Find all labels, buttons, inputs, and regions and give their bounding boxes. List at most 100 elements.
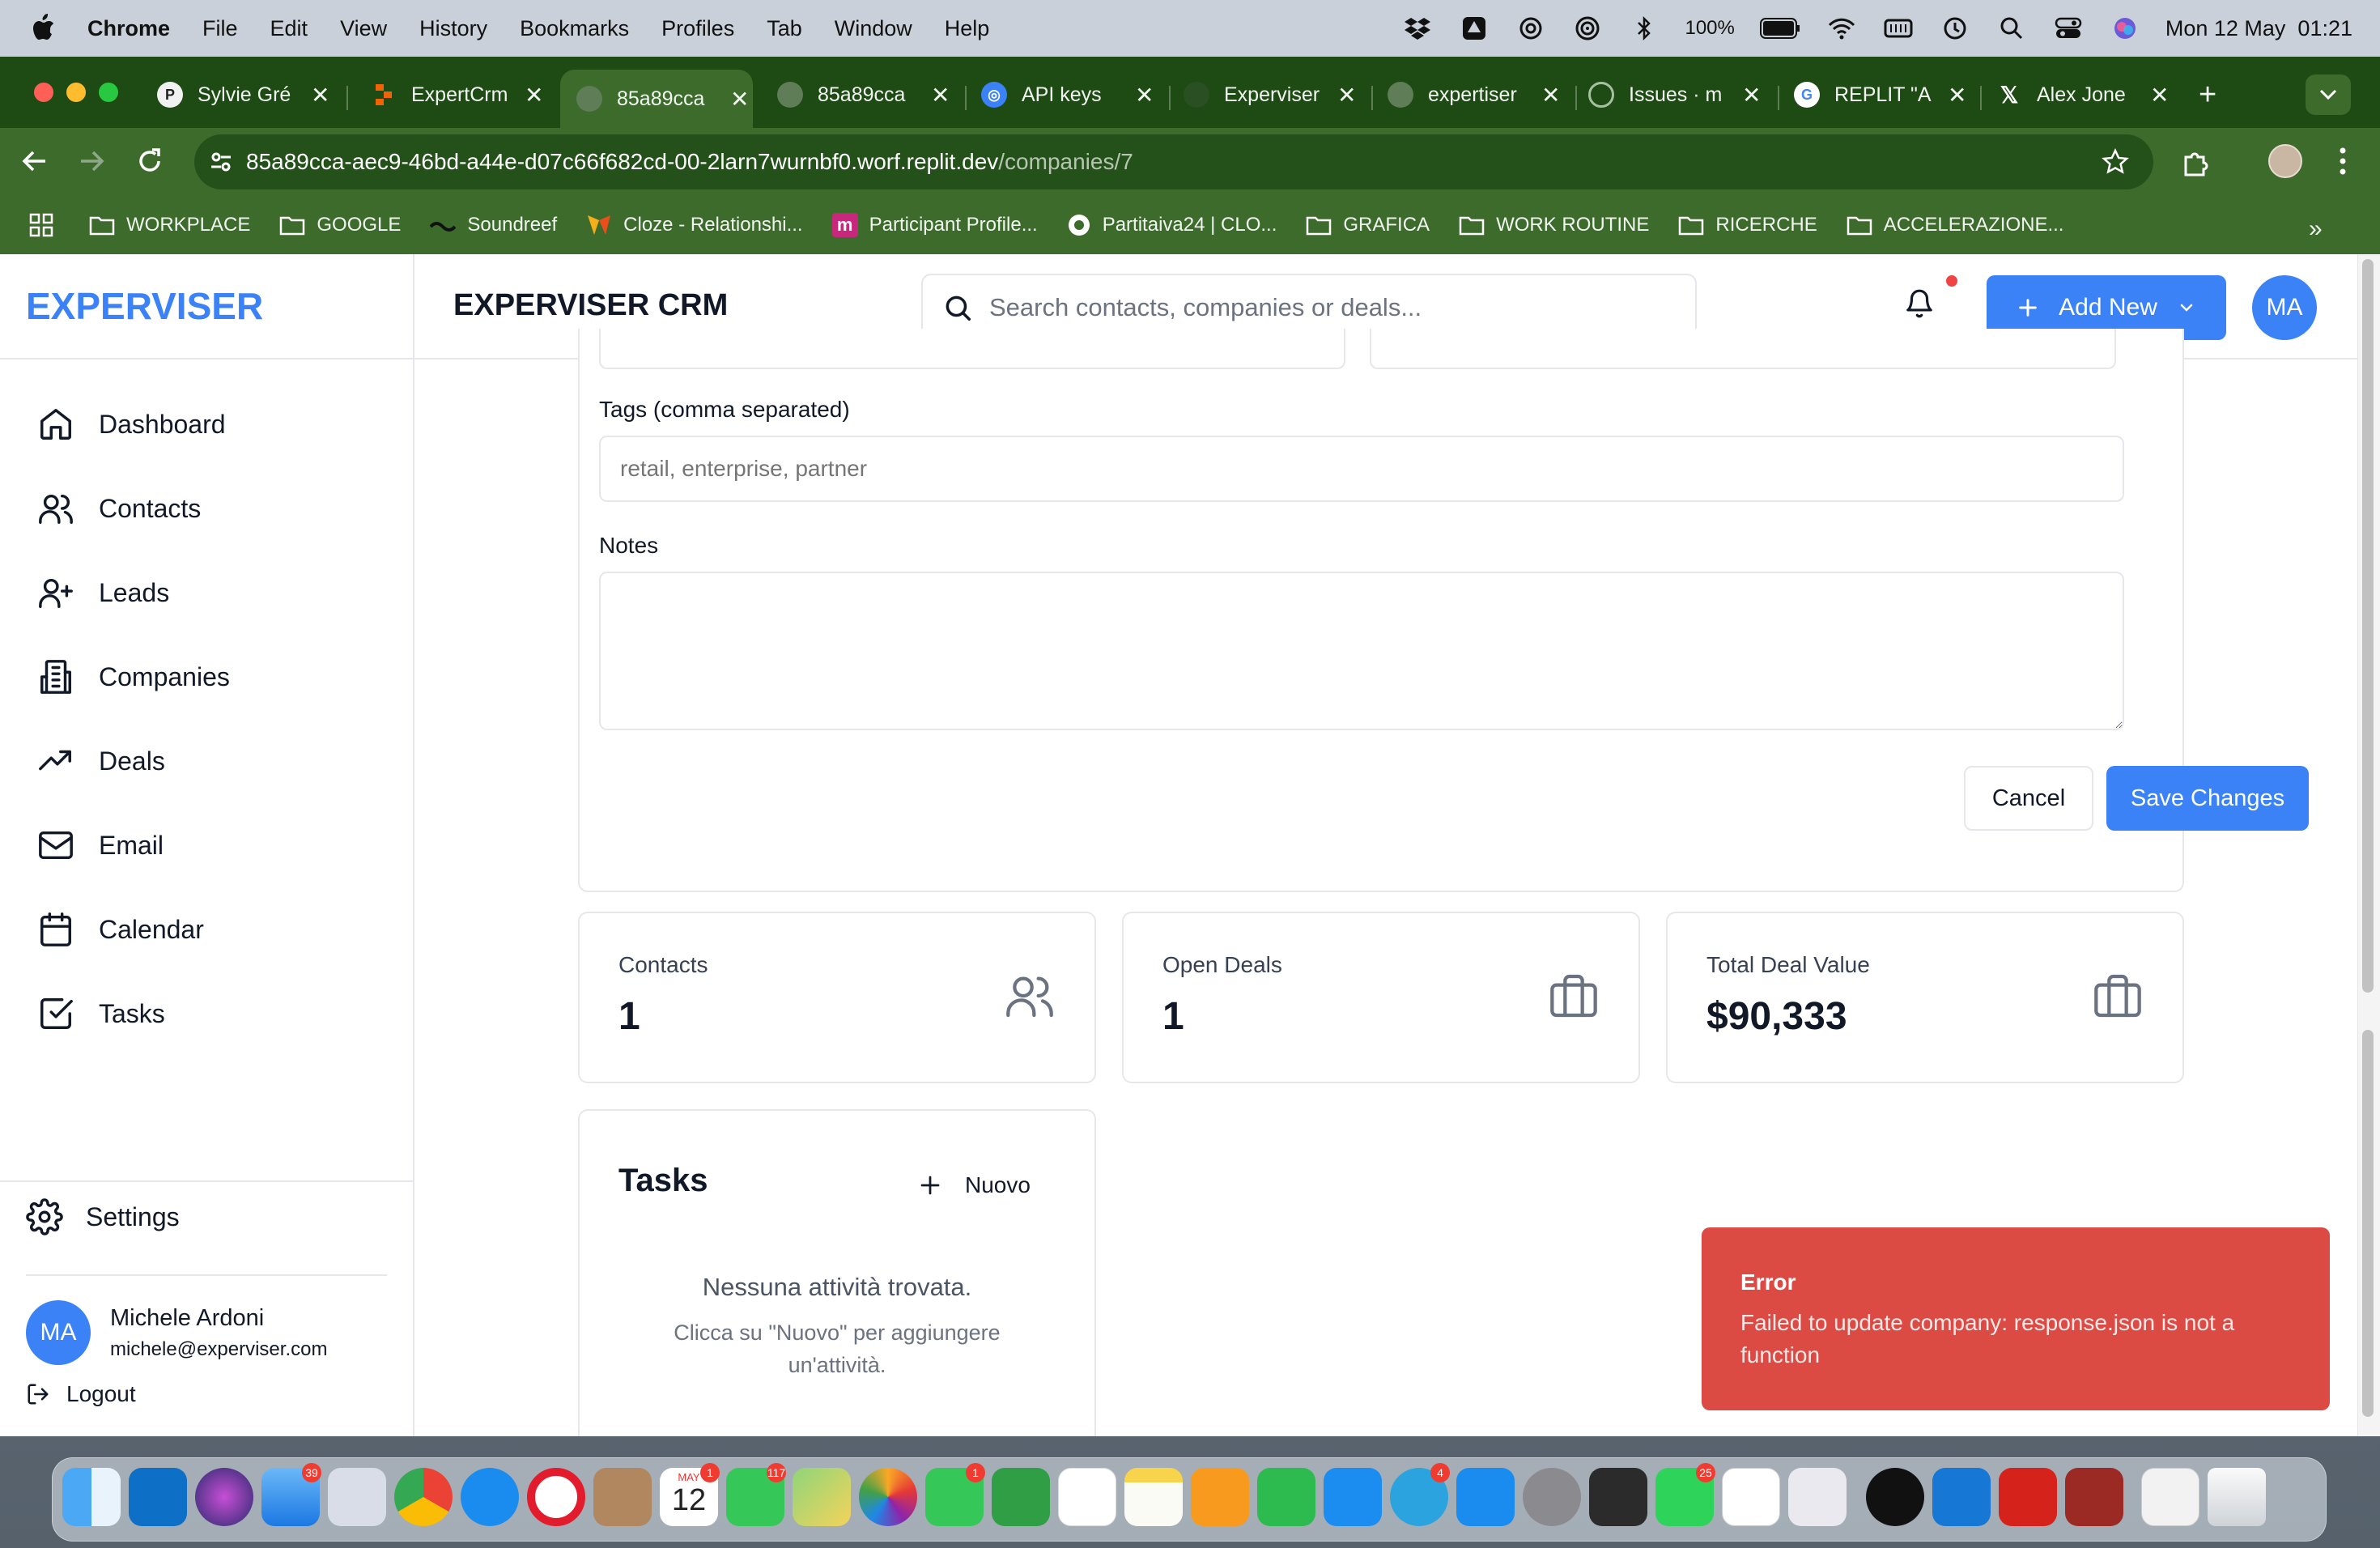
sidebar-item-calendar[interactable]: Calendar	[37, 905, 204, 954]
save-changes-button[interactable]: Save Changes	[2106, 766, 2309, 831]
window-minimize-button[interactable]	[66, 83, 86, 102]
menu-app[interactable]: Chrome	[87, 16, 170, 41]
menu-help[interactable]: Help	[945, 16, 990, 41]
acrobat-icon[interactable]	[1999, 1468, 2057, 1526]
sidebar-item-contacts[interactable]: Contacts	[37, 484, 201, 533]
header-avatar[interactable]: MA	[2252, 275, 2317, 340]
close-icon[interactable]: ✕	[1337, 82, 1356, 108]
tab-6[interactable]: Experviser ✕	[1184, 70, 1363, 120]
close-icon[interactable]: ✕	[730, 86, 749, 113]
profile-avatar[interactable]	[2268, 144, 2302, 178]
app-store-icon[interactable]	[1456, 1468, 1515, 1526]
reload-icon[interactable]	[136, 147, 164, 175]
menu-profiles[interactable]: Profiles	[661, 16, 734, 41]
trello-icon[interactable]	[1932, 1468, 1991, 1526]
tab-1[interactable]: P Sylvie Gré ✕	[157, 70, 337, 120]
downloads-stack-icon[interactable]	[2141, 1468, 2199, 1526]
opera-icon[interactable]	[527, 1468, 585, 1526]
close-icon[interactable]: ✕	[1742, 82, 1761, 108]
window-close-button[interactable]	[34, 83, 53, 102]
back-icon[interactable]	[21, 147, 49, 175]
dictionary-icon[interactable]	[2065, 1468, 2123, 1526]
extensions-icon[interactable]	[2181, 147, 2210, 176]
forward-icon[interactable]	[78, 147, 105, 175]
scrollbar-thumb[interactable]	[2362, 259, 2374, 993]
site-info-icon[interactable]	[209, 150, 233, 174]
time-machine-icon[interactable]	[1939, 12, 1971, 45]
safari-icon[interactable]	[461, 1468, 519, 1526]
bookmark-google[interactable]: GOOGLE	[279, 214, 401, 236]
numbers-icon[interactable]	[1257, 1468, 1315, 1526]
photos-icon[interactable]	[859, 1468, 917, 1526]
user-profile[interactable]: MA Michele Ardoni michele@experviser.com	[26, 1300, 327, 1365]
wifi-icon[interactable]	[1825, 12, 1858, 45]
drive-icon[interactable]	[1458, 12, 1490, 45]
battery-icon[interactable]	[1759, 12, 1801, 45]
close-icon[interactable]: ✕	[1541, 82, 1560, 108]
bookmark-workplace[interactable]: WORKPLACE	[89, 214, 250, 236]
menu-edit[interactable]: Edit	[270, 16, 308, 41]
bookmark-ricerche[interactable]: RICERCHE	[1678, 214, 1817, 236]
window-zoom-button[interactable]	[99, 83, 118, 102]
sidebar-item-tasks[interactable]: Tasks	[37, 989, 165, 1038]
close-icon[interactable]: ✕	[525, 82, 543, 108]
close-icon[interactable]: ✕	[2150, 82, 2169, 108]
launchpad-icon[interactable]	[328, 1468, 386, 1526]
outlook-icon[interactable]	[129, 1468, 187, 1526]
search-input[interactable]	[989, 293, 1653, 322]
bookmark-accelerazione[interactable]: ACCELERAZIONE...	[1847, 214, 2063, 236]
scrollbar-thumb[interactable]	[2362, 1030, 2374, 1417]
new-tab-button[interactable]: +	[2199, 70, 2216, 120]
spotify-icon[interactable]	[1866, 1468, 1924, 1526]
tab-10[interactable]: 𝕏 Alex Jone ✕	[1996, 70, 2176, 120]
form-field-left-partial[interactable]	[599, 329, 1345, 369]
sidebar-item-settings[interactable]: Settings	[26, 1198, 180, 1235]
notes-app-icon[interactable]	[1124, 1468, 1183, 1526]
openai-status-icon[interactable]	[1515, 12, 1547, 45]
trash-icon[interactable]	[2208, 1468, 2266, 1526]
tab-2[interactable]: ExpertCrm ✕	[371, 70, 550, 120]
finder-icon[interactable]	[62, 1468, 121, 1526]
dropbox-icon[interactable]	[1401, 12, 1434, 45]
close-icon[interactable]: ✕	[311, 82, 329, 108]
clock[interactable]: Mon 12 May 01:21	[2165, 16, 2352, 41]
control-center-icon[interactable]	[2052, 12, 2085, 45]
chrome-icon[interactable]	[394, 1468, 453, 1526]
tab-9[interactable]: G REPLIT "A ✕	[1794, 70, 1974, 120]
phone-icon[interactable]	[1589, 1468, 1647, 1526]
new-task-button[interactable]: Nuovo	[918, 1163, 1031, 1208]
kebab-menu-icon[interactable]	[2338, 146, 2348, 176]
keynote-icon[interactable]	[1324, 1468, 1382, 1526]
iphone-mirroring-icon[interactable]	[1788, 1468, 1847, 1526]
menu-view[interactable]: View	[340, 16, 387, 41]
brand-logo[interactable]: EXPERVISER	[0, 254, 413, 359]
bookmark-star-icon[interactable]	[2102, 148, 2129, 176]
evernote-icon[interactable]	[1058, 1468, 1116, 1526]
bookmark-work-routine[interactable]: WORK ROUTINE	[1459, 214, 1649, 236]
tab-8[interactable]: Issues · m ✕	[1588, 70, 1768, 120]
memory-icon[interactable]	[1882, 12, 1915, 45]
tab-7[interactable]: expertiser ✕	[1388, 70, 1567, 120]
chatgpt-icon[interactable]	[1722, 1468, 1780, 1526]
contacts-app-icon[interactable]	[593, 1468, 652, 1526]
apps-grid-icon[interactable]	[29, 213, 53, 237]
bookmark-partitaiva[interactable]: Partitaiva24 | CLO...	[1067, 213, 1277, 237]
apple-icon[interactable]	[31, 14, 57, 43]
error-toast[interactable]: Error Failed to update company: response…	[1702, 1227, 2330, 1410]
bookmark-participant[interactable]: m Participant Profile...	[831, 213, 1038, 237]
tab-search-button[interactable]	[2306, 74, 2351, 115]
close-icon[interactable]: ✕	[1135, 82, 1154, 108]
close-icon[interactable]: ✕	[931, 82, 950, 108]
tab-5[interactable]: ◎ API keys ✕	[981, 70, 1161, 120]
bluetooth-icon[interactable]	[1628, 12, 1660, 45]
tags-input[interactable]	[599, 436, 2124, 502]
maps-icon[interactable]	[793, 1468, 851, 1526]
pages-icon[interactable]	[1191, 1468, 1249, 1526]
bookmark-grafica[interactable]: GRAFICA	[1306, 214, 1430, 236]
system-settings-icon[interactable]	[1523, 1468, 1581, 1526]
menu-file[interactable]: File	[202, 16, 238, 41]
tab-4[interactable]: 85a89cca ✕	[777, 70, 957, 120]
cancel-button[interactable]: Cancel	[1964, 766, 2093, 831]
sidebar-item-leads[interactable]: Leads	[37, 568, 169, 617]
sidebar-item-companies[interactable]: Companies	[37, 653, 230, 701]
